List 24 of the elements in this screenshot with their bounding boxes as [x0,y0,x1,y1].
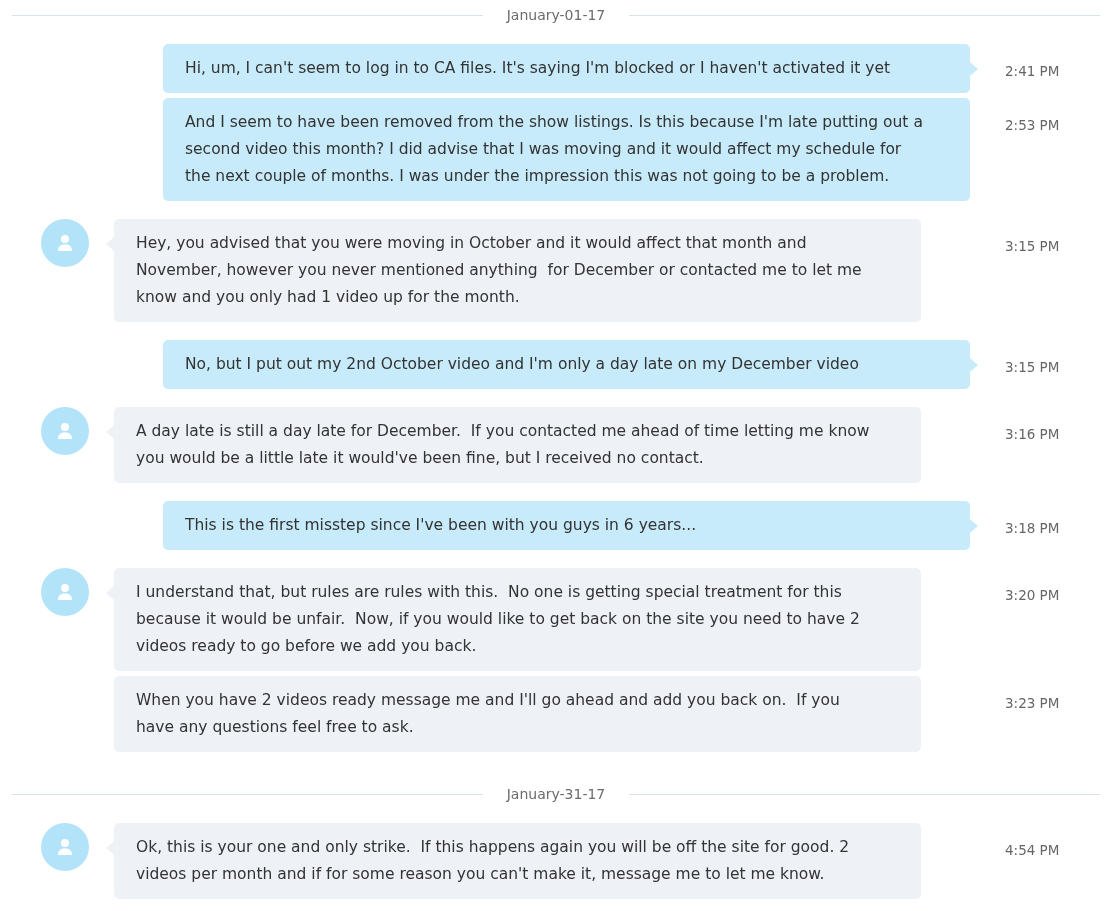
message-time: 4:54 PM [1004,841,1060,860]
message-time: 3:18 PM [1004,519,1060,538]
message-bubble: Hi, um, I can't seem to log in to CA files. It's saying I'm blocked or I haven't activated it yet [163,44,970,93]
message-bubble: A day late is still a day late for December. If you contacted me ahead of time letting me know you would be a little late it would've been fine, but I received no contact. [114,407,921,483]
message-bubble: This is the first misstep since I've been with you guys in 6 years... [163,501,970,550]
message-time: 3:20 PM [1004,586,1060,605]
person-icon [55,582,75,602]
message-time: 2:41 PM [1004,62,1060,81]
message-bubble: When you have 2 videos ready message me and I'll go ahead and add you back on. If you have any questions feel free to ask. [114,676,921,752]
message-time: 2:53 PM [1004,116,1060,135]
message-time: 3:15 PM [1004,358,1060,377]
person-icon [55,233,75,253]
message-bubble: I understand that, but rules are rules with this. No one is getting special treatment for this because it would be unfair. Now, if you would like to get back on the site you need to have 2 videos ready to go before we add you back. [114,568,921,671]
message-time: 3:15 PM [1004,237,1060,256]
message-bubble: Ok, this is your one and only strike. If this happens again you will be off the site for good. 2 videos per month and if for some reason you can't make it, message me to let me know. [114,823,921,899]
message-bubble: And I seem to have been removed from the show listings. Is this because I'm late putting out a second video this month? I did advise that I was moving and it would affect my schedule for the next couple of months. I was under the impression this was not going to be a problem. [163,98,970,201]
message-bubble: Hey, you advised that you were moving in October and it would affect that month and November, however you never mentioned anything for December or contacted me to let me know and you only had 1 video up for the month. [114,219,921,322]
message-time: 3:16 PM [1004,425,1060,444]
date-divider-label: January-01-17 [505,6,607,25]
message-bubble: No, but I put out my 2nd October video and I'm only a day late on my December video [163,340,970,389]
date-divider-label: January-31-17 [505,785,607,804]
message-time: 3:23 PM [1004,694,1060,713]
person-icon [55,421,75,441]
person-icon [55,837,75,857]
